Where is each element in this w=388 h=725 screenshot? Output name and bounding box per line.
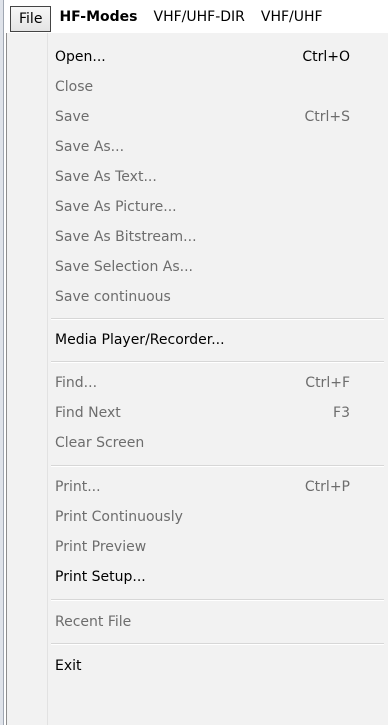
menu-icon-gutter [7, 33, 48, 725]
menu-hf-modes[interactable]: HF-Modes [51, 0, 145, 33]
menu-item-label: Open... [55, 49, 106, 65]
menu-item-label: Save As Picture... [55, 199, 177, 215]
menu-file-label: File [19, 10, 43, 27]
menu-item-label: Save Selection As... [55, 259, 194, 275]
menu-item-open[interactable]: Open... Ctrl+O [55, 42, 372, 72]
menu-item-print[interactable]: Print... Ctrl+P [55, 472, 372, 502]
menu-item-shortcut: Ctrl+O [302, 49, 350, 65]
menu-item-label: Print Continuously [55, 509, 183, 525]
menu-item-label: Exit [55, 658, 82, 674]
menu-item-media-player-recorder[interactable]: Media Player/Recorder... [55, 325, 372, 355]
menu-item-print-setup[interactable]: Print Setup... [55, 562, 372, 592]
menu-item-save-as-text[interactable]: Save As Text... [55, 162, 372, 192]
menu-item-shortcut: Ctrl+S [304, 109, 350, 125]
menu-bar: File HF-Modes VHF/UHF-DIR VHF/UHF [4, 0, 388, 33]
menu-separator [51, 465, 384, 467]
menu-item-label: Save [55, 109, 90, 125]
menu-item-label: Print... [55, 479, 101, 495]
menu-item-save-selection-as[interactable]: Save Selection As... [55, 252, 372, 282]
menu-item-label: Find... [55, 375, 98, 391]
menu-item-print-preview[interactable]: Print Preview [55, 532, 372, 562]
menu-item-save-as-bitstream[interactable]: Save As Bitstream... [55, 222, 372, 252]
menu-separator [51, 643, 384, 645]
menu-separator [51, 599, 384, 601]
menu-vhf-uhf[interactable]: VHF/UHF [253, 0, 331, 33]
menu-item-label: Media Player/Recorder... [55, 332, 225, 348]
menu-separator [51, 361, 384, 363]
menu-item-shortcut: Ctrl+P [304, 479, 350, 495]
menu-separator [51, 318, 384, 320]
window-left-edge [0, 0, 4, 725]
menu-item-label: Save As... [55, 139, 125, 155]
menu-item-clear-screen[interactable]: Clear Screen [55, 428, 372, 458]
menu-vhf-uhf-label: VHF/UHF [260, 8, 323, 25]
menu-item-print-continuously[interactable]: Print Continuously [55, 502, 372, 532]
menu-item-save-as-picture[interactable]: Save As Picture... [55, 192, 372, 222]
menu-item-label: Recent File [55, 614, 132, 630]
menu-item-save-continuous[interactable]: Save continuous [55, 282, 372, 312]
menu-item-exit[interactable]: Exit [55, 651, 372, 681]
menu-item-find[interactable]: Find... Ctrl+F [55, 368, 372, 398]
menu-item-save-as[interactable]: Save As... [55, 132, 372, 162]
menu-item-label: Print Setup... [55, 569, 146, 585]
file-menu-dropdown: Open... Ctrl+O Close Save Ctrl+S Save As… [6, 33, 388, 725]
menu-item-label: Save As Bitstream... [55, 229, 197, 245]
menu-vhf-uhf-dir-label: VHF/UHF-DIR [153, 8, 245, 25]
menu-item-find-next[interactable]: Find Next F3 [55, 398, 372, 428]
menu-item-label: Find Next [55, 405, 121, 421]
menu-hf-modes-label: HF-Modes [59, 8, 138, 25]
menu-item-label: Save As Text... [55, 169, 157, 185]
menu-item-close[interactable]: Close [55, 72, 372, 102]
menu-item-label: Print Preview [55, 539, 147, 555]
menu-item-label: Clear Screen [55, 435, 145, 451]
menu-item-shortcut: F3 [333, 405, 350, 421]
menu-item-recent-file[interactable]: Recent File [55, 607, 372, 637]
menu-vhf-uhf-dir[interactable]: VHF/UHF-DIR [146, 0, 253, 33]
menu-item-label: Close [55, 79, 94, 95]
menu-item-save[interactable]: Save Ctrl+S [55, 102, 372, 132]
menu-file[interactable]: File [10, 5, 52, 32]
menu-item-label: Save continuous [55, 289, 171, 305]
menu-item-shortcut: Ctrl+F [305, 375, 350, 391]
